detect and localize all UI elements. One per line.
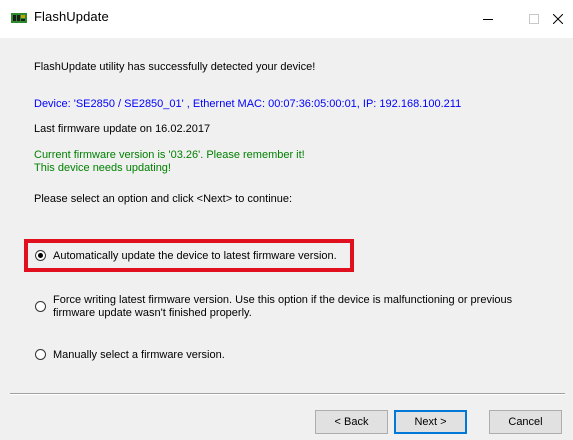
- option-force-write[interactable]: Force writing latest firmware version. U…: [35, 294, 512, 320]
- needs-update-text: This device needs updating!: [34, 162, 171, 174]
- radio-button[interactable]: [35, 349, 46, 360]
- divider: [10, 393, 565, 395]
- detected-message: FlashUpdate utility has successfully det…: [34, 61, 316, 73]
- option-label: Automatically update the device to lates…: [53, 250, 337, 262]
- close-icon: [552, 14, 563, 24]
- dialog-content: FlashUpdate utility has successfully det…: [0, 38, 573, 440]
- last-update-text: Last firmware update on 16.02.2017: [34, 123, 211, 135]
- title-bar[interactable]: FlashUpdate: [0, 0, 573, 38]
- radio-button[interactable]: [35, 250, 46, 261]
- option-label-line: Force writing latest firmware version. U…: [53, 294, 513, 306]
- cancel-button[interactable]: Cancel: [489, 410, 562, 434]
- minimize-icon: [483, 19, 493, 20]
- next-button[interactable]: Next >: [394, 410, 467, 434]
- flashupdate-window: FlashUpdate FlashUpdate utility has succ…: [0, 0, 573, 440]
- current-version-text: Current firmware version is '03.26'. Ple…: [34, 149, 305, 161]
- maximize-icon: [529, 14, 539, 24]
- option-manual-select[interactable]: Manually select a firmware version.: [35, 349, 225, 362]
- minimize-button[interactable]: [465, 0, 511, 38]
- device-info: Device: 'SE2850 / SE2850_01' , Ethernet …: [34, 98, 462, 110]
- circuit-board-icon: [11, 11, 27, 23]
- option-auto-update[interactable]: Automatically update the device to lates…: [35, 250, 337, 263]
- window-title: FlashUpdate: [34, 9, 109, 24]
- instruction-text: Please select an option and click <Next>…: [34, 193, 293, 205]
- option-label: Force writing latest firmware version. U…: [53, 294, 512, 320]
- radio-button[interactable]: [35, 301, 46, 312]
- close-button[interactable]: [542, 0, 573, 38]
- option-label-line: firmware update wasn't finished properly…: [53, 307, 252, 319]
- option-label: Manually select a firmware version.: [53, 349, 225, 361]
- back-button[interactable]: < Back: [315, 410, 388, 434]
